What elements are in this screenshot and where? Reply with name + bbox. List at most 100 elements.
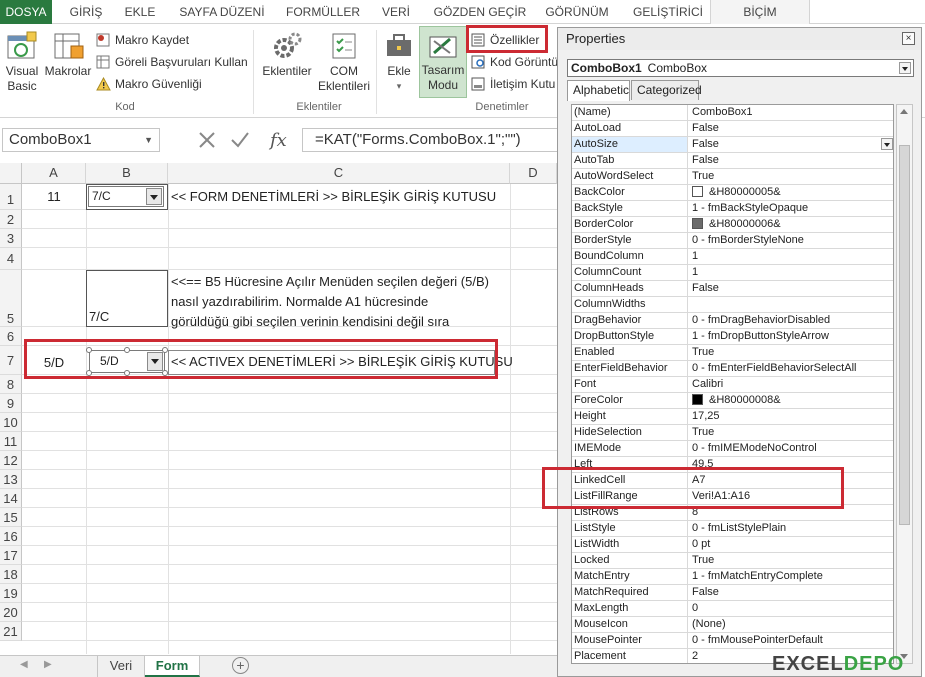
property-row[interactable]: AutoTab False	[572, 153, 893, 169]
property-value[interactable]: False	[690, 585, 893, 600]
insert-function-icon[interactable]: fx	[268, 130, 287, 151]
property-value[interactable]: True	[690, 169, 893, 184]
enter-icon[interactable]	[231, 132, 249, 148]
row-header[interactable]: 20	[0, 603, 22, 622]
scrollbar-thumb[interactable]	[899, 145, 910, 525]
property-value[interactable]: False	[690, 121, 893, 136]
property-row[interactable]: ColumnHeads False	[572, 281, 893, 297]
property-row[interactable]: Height 17,25	[572, 409, 893, 425]
column-header-a[interactable]: A	[22, 163, 86, 184]
property-row[interactable]: (Name) ComboBox1	[572, 105, 893, 121]
row-header[interactable]: 10	[0, 413, 22, 432]
property-row[interactable]: ListWidth 0 pt	[572, 537, 893, 553]
property-row[interactable]: HideSelection True	[572, 425, 893, 441]
property-value[interactable]: 1 - fmDropButtonStyleArrow	[690, 329, 893, 344]
property-value[interactable]: &H80000006&	[690, 217, 893, 232]
property-value[interactable]: True	[690, 345, 893, 360]
property-value[interactable]: 1 - fmBackStyleOpaque	[690, 201, 893, 216]
property-row[interactable]: DragBehavior 0 - fmDragBehaviorDisabled	[572, 313, 893, 329]
property-value[interactable]: True	[690, 553, 893, 568]
property-value[interactable]: &H80000008&	[690, 393, 893, 408]
cancel-icon[interactable]	[199, 132, 215, 148]
com-addins-button[interactable]: COM Eklentileri	[317, 30, 371, 94]
property-value[interactable]: Calibri	[690, 377, 893, 392]
tab-alphabetic[interactable]: Alphabetic	[567, 80, 630, 101]
column-header-c[interactable]: C	[168, 163, 510, 184]
property-value[interactable]	[690, 297, 893, 312]
property-value[interactable]: 0 - fmDragBehaviorDisabled	[690, 313, 893, 328]
row-header[interactable]: 9	[0, 394, 22, 413]
property-value[interactable]: False	[690, 281, 893, 296]
scroll-left-icon[interactable]: ◀	[20, 659, 28, 670]
row-header[interactable]: 13	[0, 470, 22, 489]
property-value[interactable]: 1	[690, 265, 893, 280]
property-value[interactable]: &H80000005&	[690, 185, 893, 200]
row-header[interactable]: 21	[0, 622, 22, 641]
property-row[interactable]: AutoLoad False	[572, 121, 893, 137]
sheet-tab-form[interactable]: Form	[145, 656, 200, 677]
view-code-button[interactable]: Kod Görüntü	[471, 51, 558, 73]
cell-a1[interactable]: 11	[22, 186, 86, 208]
property-row[interactable]: AutoWordSelect True	[572, 169, 893, 185]
tab-home[interactable]: GİRİŞ	[64, 0, 108, 24]
property-value[interactable]: 1	[690, 249, 893, 264]
row-header[interactable]: 11	[0, 432, 22, 451]
property-value[interactable]: 0 - fmEnterFieldBehaviorSelectAll	[690, 361, 893, 376]
tab-format[interactable]: BİÇİM	[710, 0, 810, 24]
tab-data[interactable]: VERİ	[376, 0, 416, 24]
property-row[interactable]: BorderColor &H80000006&	[572, 217, 893, 233]
property-row[interactable]: BoundColumn 1	[572, 249, 893, 265]
insert-control-button[interactable]: Ekle ▾	[381, 30, 417, 94]
chevron-down-icon[interactable]	[899, 62, 911, 74]
property-row[interactable]: BackStyle 1 - fmBackStyleOpaque	[572, 201, 893, 217]
scroll-up-icon[interactable]	[900, 109, 908, 114]
run-dialog-button[interactable]: İletişim Kutu	[471, 73, 555, 95]
property-row[interactable]: Locked True	[572, 553, 893, 569]
property-row[interactable]: ColumnCount 1	[572, 265, 893, 281]
row-header[interactable]: 17	[0, 546, 22, 565]
row-header[interactable]: 15	[0, 508, 22, 527]
property-row[interactable]: ColumnWidths	[572, 297, 893, 313]
tab-insert[interactable]: EKLE	[118, 0, 162, 24]
row-header[interactable]: 12	[0, 451, 22, 470]
property-row[interactable]: MousePointer 0 - fmMousePointerDefault	[572, 633, 893, 649]
property-row[interactable]: BackColor &H80000005&	[572, 185, 893, 201]
sheet-tab-veri[interactable]: Veri	[97, 656, 145, 677]
addins-button[interactable]: Eklentiler	[259, 30, 315, 79]
chevron-down-icon[interactable]	[146, 188, 162, 205]
property-row[interactable]: MatchRequired False	[572, 585, 893, 601]
form-combo-box[interactable]: 7/C	[88, 186, 164, 207]
tab-review[interactable]: GÖZDEN GEÇİR	[430, 0, 530, 24]
column-header-d[interactable]: D	[510, 163, 557, 184]
property-value[interactable]: 0	[690, 601, 893, 616]
property-row[interactable]: AutoSize False	[572, 137, 893, 153]
design-mode-button[interactable]: Tasarım Modu	[419, 26, 467, 98]
property-row[interactable]: ForeColor &H80000008&	[572, 393, 893, 409]
property-value[interactable]: True	[690, 425, 893, 440]
row-header[interactable]: 8	[0, 375, 22, 394]
cell-c5-text[interactable]: <<== B5 Hücresine Açılır Menüden seçilen…	[171, 272, 489, 332]
tab-categorized[interactable]: Categorized	[631, 80, 702, 100]
property-row[interactable]: EnterFieldBehavior 0 - fmEnterFieldBehavi…	[572, 361, 893, 377]
macros-button[interactable]: Makrolar	[44, 30, 92, 79]
tab-page-layout[interactable]: SAYFA DÜZENİ	[174, 0, 270, 24]
chevron-down-icon[interactable]	[881, 138, 893, 150]
tab-formulas[interactable]: FORMÜLLER	[282, 0, 364, 24]
scroll-right-icon[interactable]: ▶	[44, 659, 52, 670]
formula-input[interactable]: =KAT("Forms.ComboBox.1";"")	[302, 128, 562, 152]
property-value[interactable]: 0 - fmListStylePlain	[690, 521, 893, 536]
property-value[interactable]: 0 - fmIMEModeNoControl	[690, 441, 893, 456]
property-value[interactable]: False	[690, 137, 893, 152]
close-icon[interactable]: ×	[902, 32, 915, 45]
property-value[interactable]: ComboBox1	[690, 105, 893, 120]
property-value[interactable]: False	[690, 153, 893, 168]
row-header[interactable]: 14	[0, 489, 22, 508]
row-header[interactable]: 5	[0, 270, 22, 327]
row-header[interactable]: 3	[0, 229, 22, 248]
cell-c1[interactable]: << FORM DENETİMLERİ >> BİRLEŞİK GİRİŞ KU…	[171, 186, 496, 208]
visual-basic-button[interactable]: Visual Basic	[2, 30, 42, 94]
property-row[interactable]: ListStyle 0 - fmListStylePlain	[572, 521, 893, 537]
row-header[interactable]: 7	[0, 346, 22, 375]
property-value[interactable]: 0 - fmMousePointerDefault	[690, 633, 893, 648]
select-all-corner[interactable]	[0, 163, 22, 184]
